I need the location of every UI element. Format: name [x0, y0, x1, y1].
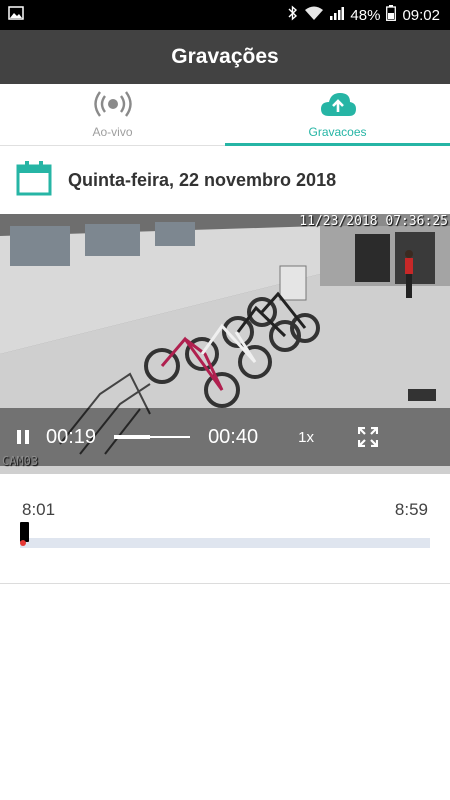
pause-button[interactable]: [0, 430, 46, 444]
signal-icon: [330, 6, 345, 24]
player-controls: 00:19 00:40 1x: [0, 408, 450, 466]
seek-bar-progress: [114, 435, 151, 439]
video-timestamp: 11/23/2018 07:36:25: [299, 214, 448, 229]
bluetooth-icon: [288, 5, 298, 25]
tab-live-indicator: [0, 143, 225, 146]
recording-timeline: 8:01 8:59: [0, 474, 450, 584]
tab-recordings[interactable]: Gravacoes: [225, 84, 450, 146]
timeline-track[interactable]: [20, 538, 430, 548]
tab-live[interactable]: Ao-vivo: [0, 84, 225, 145]
tab-live-label: Ao-vivo: [92, 125, 133, 139]
battery-icon: [386, 5, 397, 25]
playback-speed-button[interactable]: 1x: [298, 429, 314, 446]
gallery-icon: [8, 6, 24, 24]
wifi-icon: [304, 5, 324, 25]
battery-percent: 48%: [350, 6, 381, 24]
duration: 00:40: [208, 425, 259, 448]
clock: 09:02: [402, 6, 440, 24]
date-header[interactable]: Quinta-feira, 22 novembro 2018: [0, 150, 450, 210]
broadcast-icon: [93, 90, 132, 123]
timeline-marker[interactable]: [20, 522, 29, 542]
fullscreen-icon: [357, 427, 378, 447]
cloud-upload-icon: [319, 90, 357, 123]
tab-bar: Ao-vivo Gravacoes: [0, 84, 450, 146]
pause-icon: [17, 430, 29, 444]
timeline-start: 8:01: [22, 500, 56, 519]
timeline-end: 8:59: [394, 500, 428, 519]
fullscreen-button[interactable]: [357, 427, 378, 447]
tab-recordings-label: Gravacoes: [308, 125, 367, 139]
video-player[interactable]: 11/23/2018 07:36:25 CAM03 00:19 00:40 1x: [0, 214, 450, 474]
app-bar: Gravações: [0, 30, 450, 84]
page-title: Gravações: [171, 45, 279, 68]
selected-date: Quinta-feira, 22 novembro 2018: [68, 169, 337, 190]
tab-recordings-indicator: [225, 143, 450, 146]
status-bar: 48% 09:02: [0, 0, 450, 30]
timeline-marker-tip: [20, 540, 26, 546]
seek-bar[interactable]: [114, 435, 191, 439]
current-time: 00:19: [46, 425, 97, 448]
calendar-icon[interactable]: [16, 160, 52, 201]
